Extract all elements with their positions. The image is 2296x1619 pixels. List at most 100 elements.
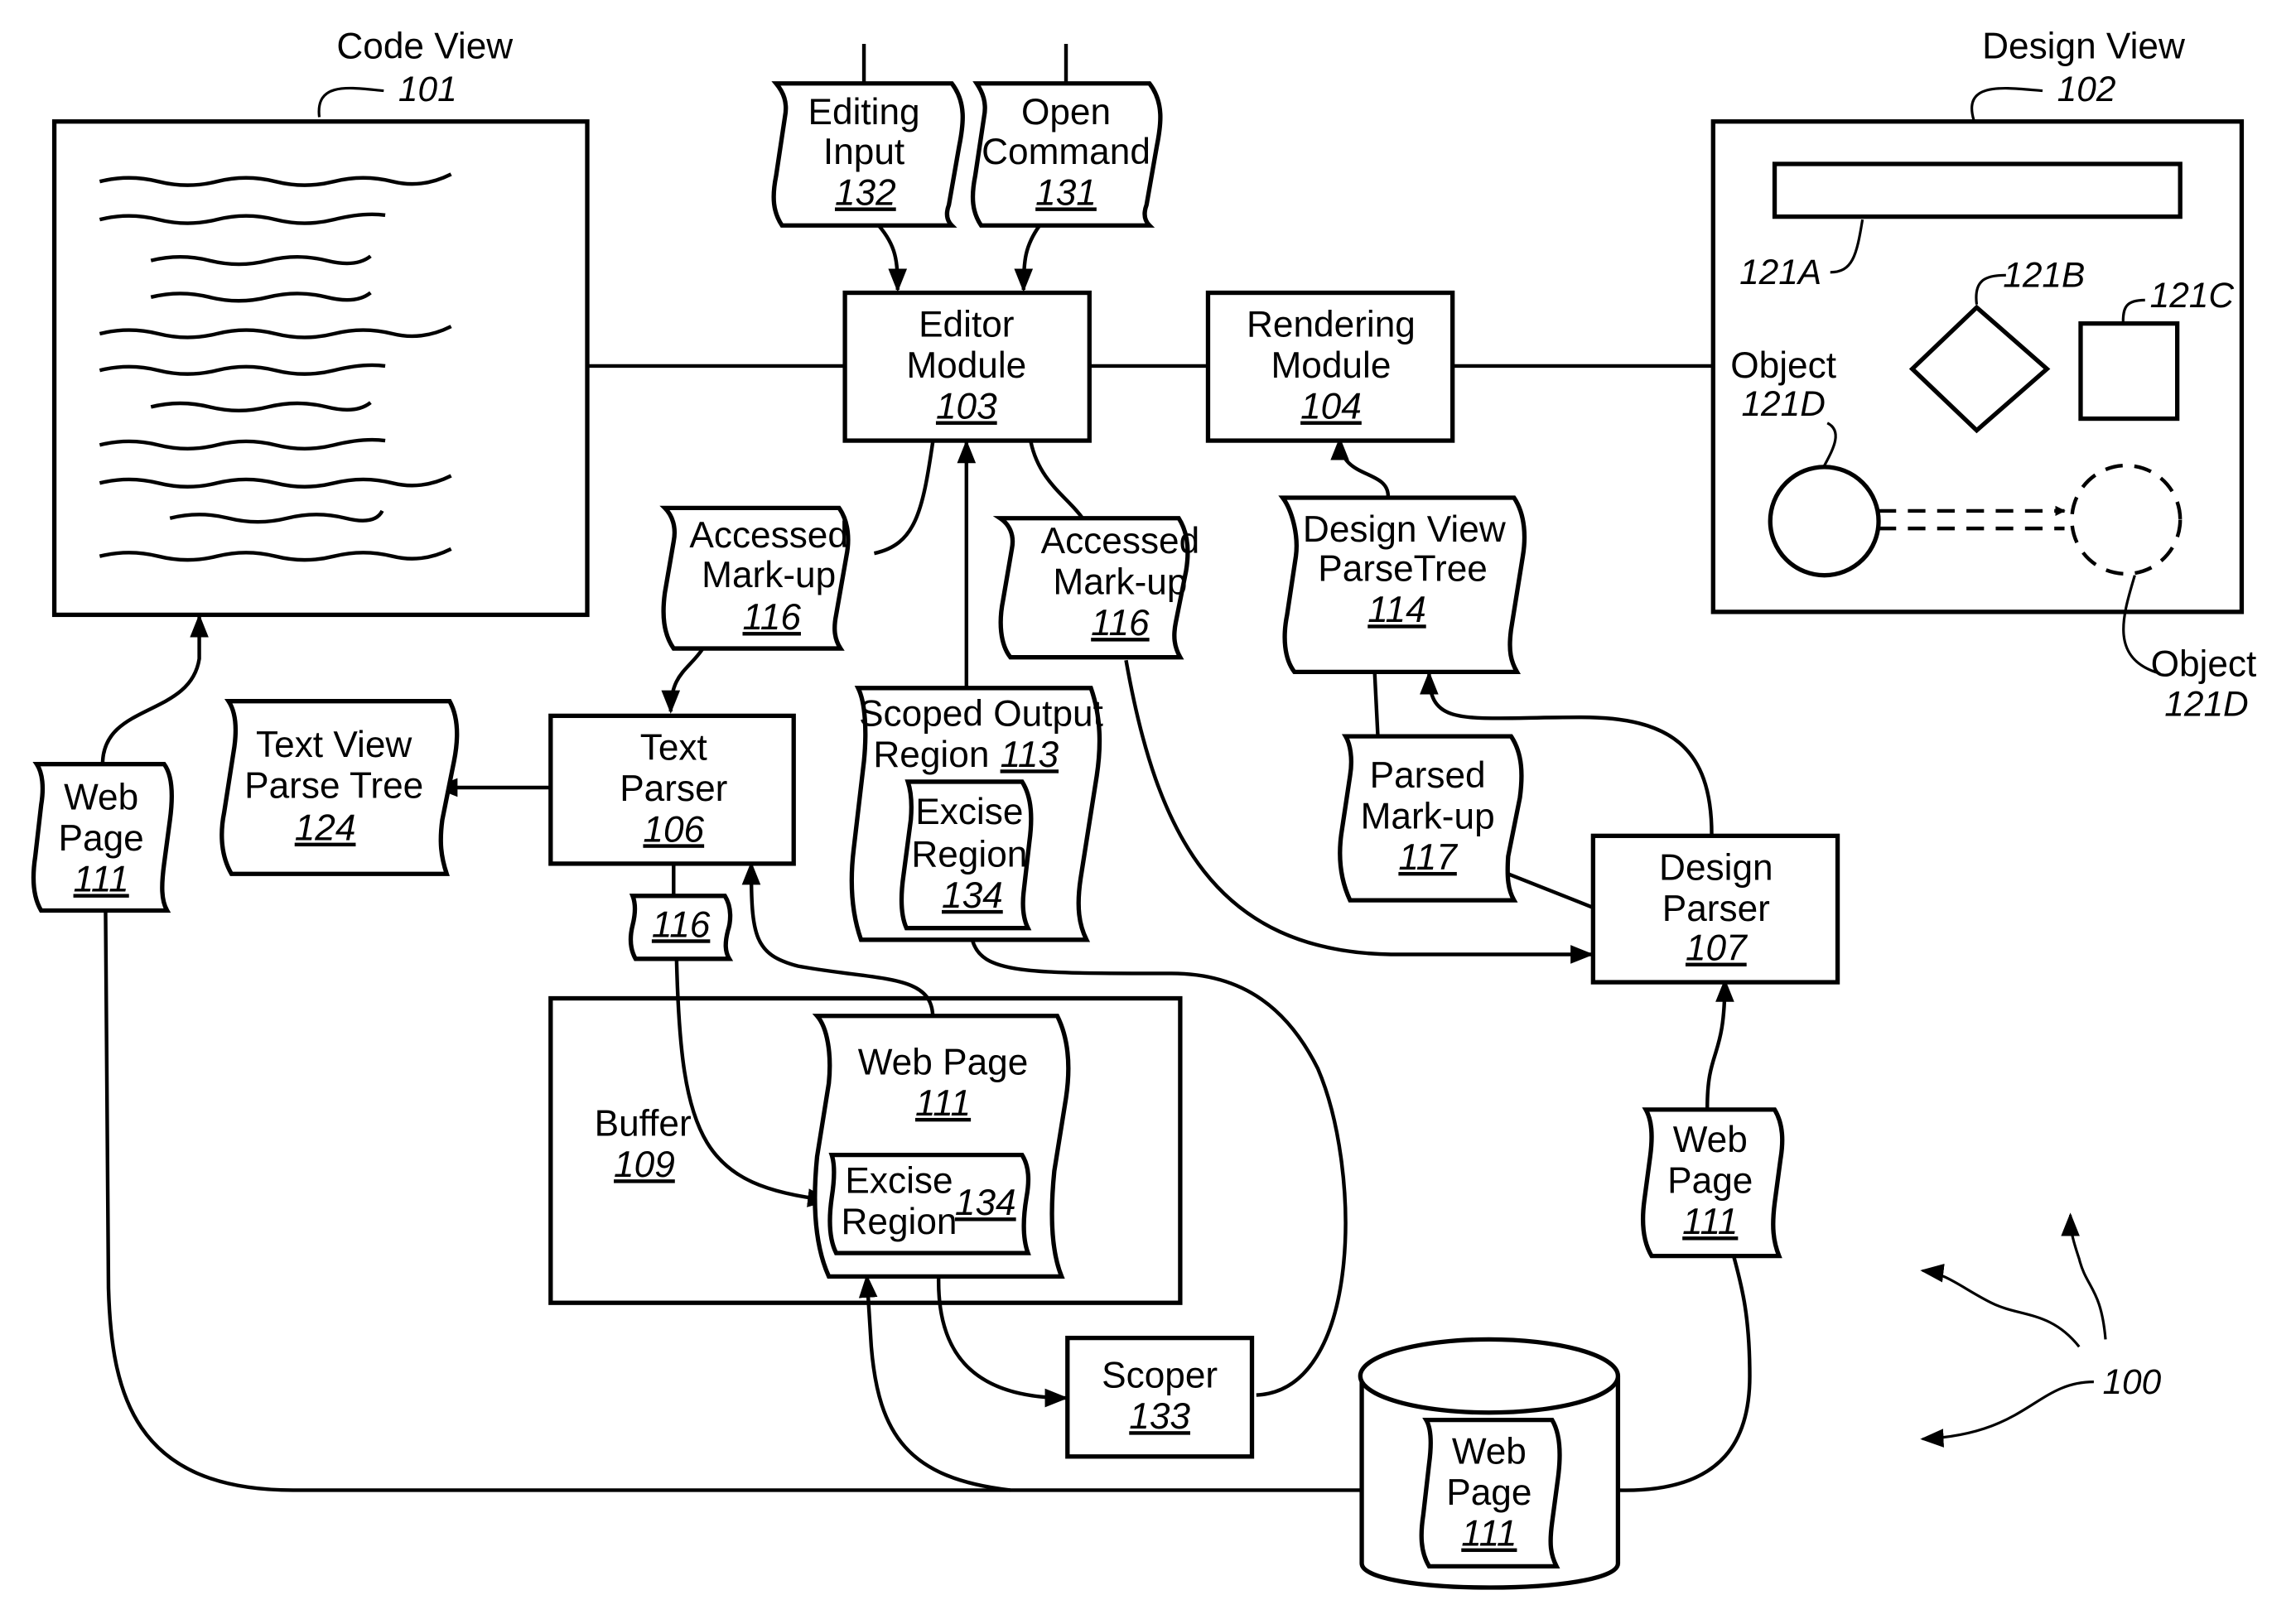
web-page-left-line2: Page: [59, 818, 144, 859]
accessed-markup-left-line2: Mark-up: [702, 555, 836, 595]
scoped-output-ref: 113: [1001, 735, 1059, 775]
parsetree-line2: ParseTree: [1318, 549, 1488, 590]
web-page-left-line1: Web: [64, 778, 138, 818]
buffer-ref: 109: [614, 1144, 675, 1185]
design-parser-line2: Parser: [1662, 889, 1770, 929]
editing-input-ref: 132: [835, 172, 896, 213]
rendering-module[interactable]: Rendering Module 104: [1205, 290, 1455, 443]
excise-region-scoped-doc[interactable]: Excise Region 134: [899, 779, 1034, 931]
excise-scoped-ref: 134: [942, 875, 1003, 916]
object-121c-square[interactable]: [2078, 320, 2180, 422]
rendering-module-line2: Module: [1271, 345, 1391, 386]
ref-arrow-upleft: [1920, 1264, 2081, 1348]
connector-editor-accessed-markup-right: [1029, 441, 1086, 521]
web-page-right-line2: Page: [1667, 1161, 1753, 1202]
label-121c: 121C: [2150, 276, 2235, 315]
label-object-121d-ref: 121D: [1741, 384, 1825, 423]
design-view: Design View 102 121A 121B 121C Object 12…: [1710, 27, 2257, 723]
arrow-web-page-to-scoper: [937, 1276, 1068, 1408]
web-page-db-ref: 111: [1461, 1514, 1517, 1554]
web-page-right-line1: Web: [1673, 1120, 1748, 1160]
editing-input-doc[interactable]: Editing Input 132: [771, 81, 965, 228]
web-page-left-ref: 111: [74, 859, 129, 899]
open-command-line1: Open: [1021, 92, 1111, 133]
web-page-left-doc[interactable]: Web Page 111: [31, 762, 174, 913]
accessed-markup-right-doc[interactable]: Accessed Mark-up 116: [992, 516, 1200, 660]
accessed-markup-small-ref: 116: [652, 904, 711, 945]
accessed-markup-small-doc[interactable]: 116: [628, 894, 734, 961]
design-view-title: Design View: [1982, 27, 2186, 67]
object-121a-bar[interactable]: [1772, 161, 2183, 219]
connector-db-to-web-page-right: [1618, 1255, 1752, 1492]
code-view-ref: 101: [398, 70, 457, 108]
design-parser-ref: 107: [1686, 928, 1748, 969]
label-object-121d: Object: [1730, 345, 1836, 386]
connector-editor-accessed-markup-left: [873, 441, 935, 556]
connector-parsed-markup-to-design-parser: [1507, 872, 1594, 909]
parsed-markup-line1: Parsed: [1370, 755, 1486, 796]
editing-input-line1: Editing: [808, 92, 920, 133]
web-page-db-line2: Page: [1446, 1472, 1531, 1513]
web-page-right-ref: 111: [1682, 1202, 1738, 1242]
ref-arrow-up: [2061, 1212, 2107, 1340]
design-view-parsetree-doc[interactable]: Design View ParseTree 114: [1278, 495, 1527, 674]
accessed-markup-left-doc[interactable]: Accessed Mark-up 116: [659, 505, 851, 651]
figure-reference-100: 100: [1920, 1212, 2162, 1448]
label-object-121d-moved-ref: 121D: [2164, 684, 2248, 723]
code-view-leader: [317, 86, 384, 118]
arrow-116-to-excise-region: [674, 958, 832, 1207]
ref-arrow-left: [1920, 1380, 2094, 1448]
design-parser-line1: Design: [1659, 847, 1773, 888]
arrow-parsetree-to-rendering: [1330, 436, 1391, 497]
open-command-ref: 131: [1035, 172, 1097, 213]
arrow-web-page-to-code-view: [100, 614, 209, 764]
arrow-accessed-markup-to-text-parser: [661, 647, 705, 714]
text-view-parse-tree-line1: Text View: [256, 725, 412, 765]
editor-module[interactable]: Editor Module 103: [842, 290, 1092, 443]
code-view: Code View 101: [51, 27, 590, 618]
web-page-db-line1: Web: [1452, 1432, 1527, 1472]
scoper[interactable]: Scoper 133: [1065, 1335, 1255, 1459]
design-parser[interactable]: Design Parser 107: [1590, 833, 1840, 985]
editing-input-line2: Input: [823, 132, 904, 172]
editor-module-line2: Module: [906, 345, 1026, 386]
arrow-web-page-to-design-parser: [1705, 978, 1734, 1109]
text-view-parse-tree-doc[interactable]: Text View Parse Tree 124: [219, 699, 460, 876]
text-view-parse-tree-line2: Parse Tree: [244, 765, 423, 806]
scoper-line1: Scoper: [1102, 1356, 1218, 1396]
label-object-121d-moved: Object: [2151, 644, 2257, 685]
excise-buffer-line2: Region: [841, 1202, 957, 1242]
rendering-module-line1: Rendering: [1247, 305, 1416, 345]
excise-region-buffer-doc[interactable]: Excise Region 134: [827, 1153, 1031, 1255]
editor-module-ref: 103: [936, 387, 997, 427]
text-view-parse-tree-ref: 124: [295, 808, 356, 849]
web-page-buffer-line1: Web Page: [858, 1042, 1029, 1082]
web-page-buffer-ref: 111: [915, 1083, 971, 1124]
text-parser[interactable]: Text Parser 106: [548, 713, 796, 866]
object-121d-circle[interactable]: [1768, 465, 1881, 578]
label-121b: 121B: [2003, 255, 2085, 294]
text-parser-line1: Text: [640, 727, 707, 768]
buffer-label: Buffer: [595, 1104, 692, 1144]
excise-scoped-line2: Region: [911, 834, 1027, 875]
excise-buffer-ref: 134: [955, 1183, 1016, 1223]
accessed-markup-right-ref: 116: [1091, 603, 1150, 643]
accessed-markup-right-line1: Accessed: [1041, 521, 1200, 561]
excise-scoped-line1: Excise: [915, 792, 1023, 832]
database-top: [1358, 1337, 1621, 1415]
open-command-doc[interactable]: Open Command 131: [970, 81, 1163, 228]
editor-module-line1: Editor: [919, 305, 1014, 345]
open-command-line2: Command: [982, 132, 1150, 172]
scoper-ref: 133: [1129, 1396, 1190, 1437]
parsed-markup-line2: Mark-up: [1361, 796, 1495, 836]
web-page-right-doc[interactable]: Web Page 111: [1640, 1107, 1785, 1259]
code-view-title: Code View: [336, 27, 514, 67]
design-view-leader: [1970, 87, 2043, 121]
parsed-markup-doc[interactable]: Parsed Mark-up 117: [1338, 734, 1524, 903]
arrow-editing-input-to-editor: [877, 224, 908, 292]
accessed-markup-left-ref: 116: [742, 597, 801, 638]
scoped-output-line1: Scoped Output: [859, 694, 1103, 735]
excise-buffer-line1: Excise: [845, 1161, 953, 1202]
text-parser-ref: 106: [643, 809, 704, 850]
web-page-database[interactable]: Web Page 111: [1358, 1337, 1621, 1590]
